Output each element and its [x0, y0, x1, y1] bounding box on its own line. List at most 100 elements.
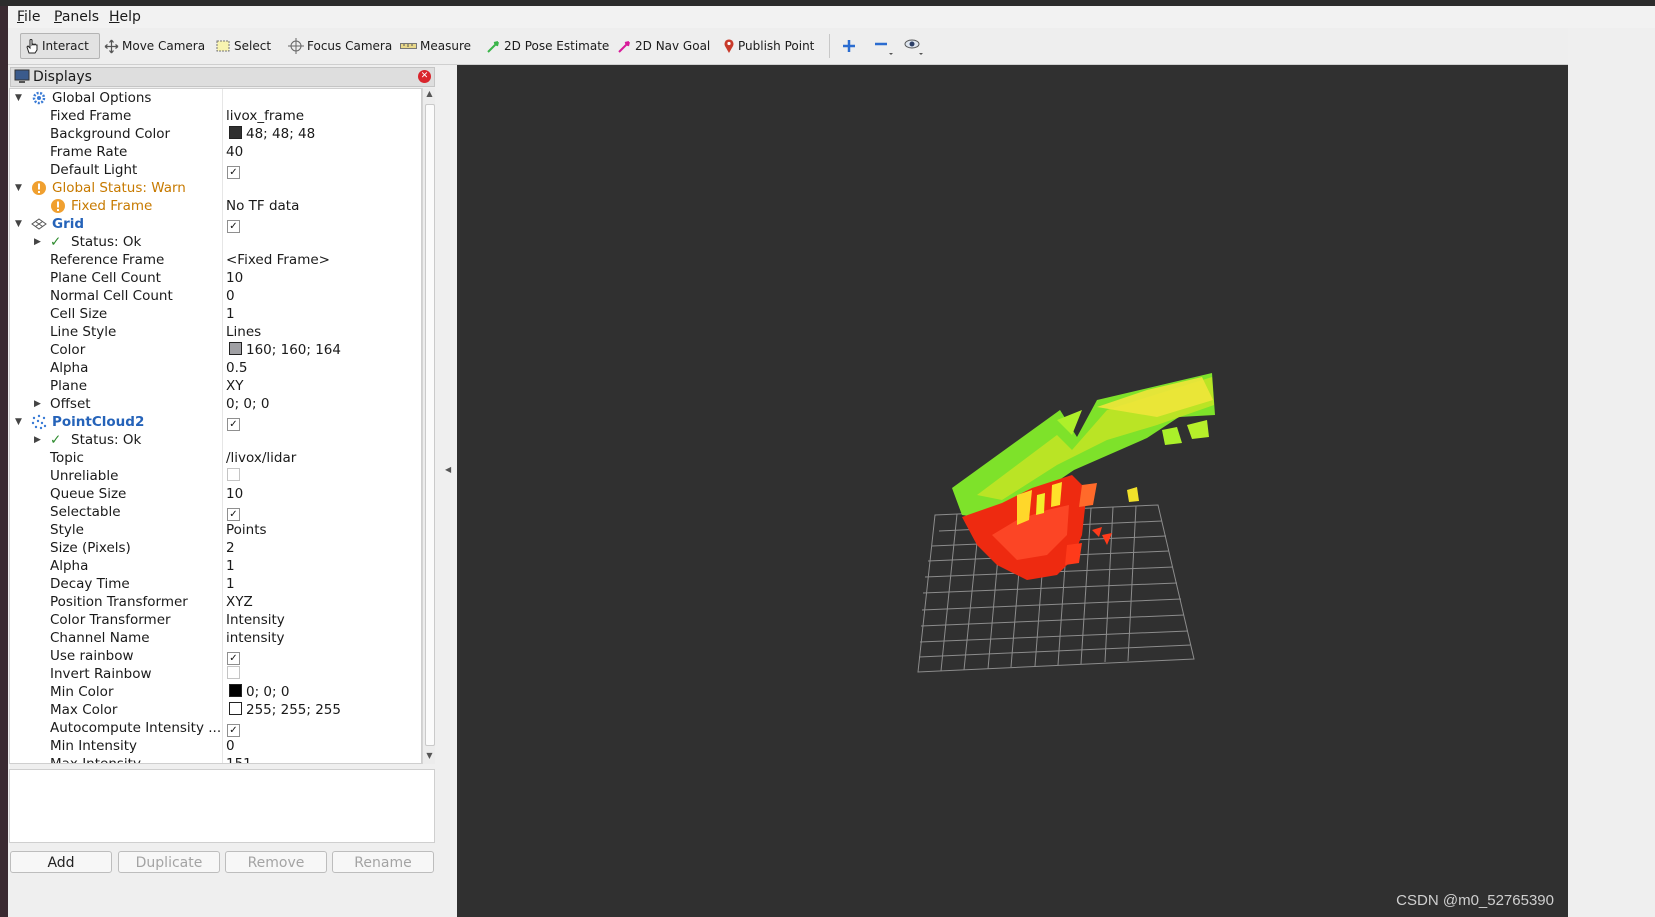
tree-row-topic[interactable]: Topic /livox/lidar: [10, 449, 421, 467]
tree-row-style[interactable]: Style Points: [10, 521, 421, 539]
pose-estimate-tool-button[interactable]: 2D Pose Estimate: [486, 33, 609, 59]
tree-row-max-intensity[interactable]: Max Intensity 151: [10, 755, 421, 763]
collapse-left-icon[interactable]: ◀: [445, 465, 451, 474]
property-value[interactable]: 0: [226, 737, 235, 755]
tree-row-frame-rate[interactable]: Frame Rate 40: [10, 143, 421, 161]
color-swatch[interactable]: [229, 702, 242, 715]
color-swatch[interactable]: [229, 684, 242, 697]
property-value[interactable]: 0: [226, 287, 235, 305]
interact-tool-button[interactable]: Interact: [20, 33, 100, 59]
color-swatch[interactable]: [229, 126, 242, 139]
property-value[interactable]: 151: [226, 755, 252, 763]
expand-arrow-icon[interactable]: ▼: [15, 179, 22, 197]
tree-row-grid-status[interactable]: ▶ ✓ Status: Ok: [10, 233, 421, 251]
property-value[interactable]: 0; 0; 0: [226, 395, 269, 413]
close-icon[interactable]: ✕: [418, 70, 431, 83]
checkbox[interactable]: [227, 666, 240, 679]
tree-row-position-transformer[interactable]: Position Transformer XYZ: [10, 593, 421, 611]
tree-row-normal-cell-count[interactable]: Normal Cell Count 0: [10, 287, 421, 305]
tree-row-cell-size[interactable]: Cell Size 1: [10, 305, 421, 323]
panel-splitter[interactable]: ◀: [437, 65, 457, 917]
property-value[interactable]: 10: [226, 269, 243, 287]
tree-scrollbar[interactable]: ▲ ▼: [422, 88, 435, 764]
collapse-arrow-icon[interactable]: ▶: [34, 233, 41, 251]
property-value[interactable]: 255; 255; 255: [226, 701, 341, 719]
view-options-button[interactable]: [904, 33, 929, 59]
tree-row-use-rainbow[interactable]: Use rainbow ✓: [10, 647, 421, 665]
tree-row-autocompute-intensity[interactable]: Autocompute Intensity ... ✓: [10, 719, 421, 737]
collapse-arrow-icon[interactable]: ▶: [34, 431, 41, 449]
tree-row-pointcloud2[interactable]: ▼ PointCloud2 ✓: [10, 413, 421, 431]
tree-row-pc-alpha[interactable]: Alpha 1: [10, 557, 421, 575]
checkbox[interactable]: ✓: [227, 166, 240, 179]
property-value[interactable]: 10: [226, 485, 243, 503]
property-value[interactable]: 1: [226, 557, 235, 575]
tree-row-background-color[interactable]: Background Color 48; 48; 48: [10, 125, 421, 143]
property-value[interactable]: 0.5: [226, 359, 247, 377]
property-value[interactable]: Intensity: [226, 611, 285, 629]
select-tool-button[interactable]: Select: [216, 33, 271, 59]
tree-row-reference-frame[interactable]: Reference Frame <Fixed Frame>: [10, 251, 421, 269]
tree-row-unreliable[interactable]: Unreliable: [10, 467, 421, 485]
property-value[interactable]: 2: [226, 539, 235, 557]
duplicate-button[interactable]: Duplicate: [118, 851, 220, 873]
property-value[interactable]: XY: [226, 377, 244, 395]
property-value[interactable]: <Fixed Frame>: [226, 251, 330, 269]
measure-tool-button[interactable]: Measure: [400, 33, 471, 59]
property-value[interactable]: 160; 160; 164: [226, 341, 341, 359]
add-tool-button[interactable]: [842, 33, 859, 59]
tree-row-min-color[interactable]: Min Color 0; 0; 0: [10, 683, 421, 701]
remove-button[interactable]: Remove: [225, 851, 327, 873]
tree-row-min-intensity[interactable]: Min Intensity 0: [10, 737, 421, 755]
remove-tool-button[interactable]: [874, 33, 897, 59]
publish-point-tool-button[interactable]: Publish Point: [723, 33, 814, 59]
tree-row-line-style[interactable]: Line Style Lines: [10, 323, 421, 341]
rename-button[interactable]: Rename: [332, 851, 434, 873]
property-value[interactable]: 1: [226, 305, 235, 323]
tree-row-offset[interactable]: ▶ Offset 0; 0; 0: [10, 395, 421, 413]
expand-arrow-icon[interactable]: ▼: [15, 215, 22, 233]
property-value[interactable]: 1: [226, 575, 235, 593]
tree-row-color-transformer[interactable]: Color Transformer Intensity: [10, 611, 421, 629]
property-value[interactable]: XYZ: [226, 593, 253, 611]
scene-canvas[interactable]: [457, 65, 1568, 917]
menu-file[interactable]: File: [17, 9, 40, 25]
tree-row-fixed-frame[interactable]: Fixed Frame livox_frame: [10, 107, 421, 125]
tree-row-size-pixels[interactable]: Size (Pixels) 2: [10, 539, 421, 557]
focus-camera-tool-button[interactable]: Focus Camera: [288, 33, 392, 59]
property-value[interactable]: livox_frame: [226, 107, 304, 125]
tree-row-default-light[interactable]: Default Light ✓: [10, 161, 421, 179]
property-value[interactable]: Lines: [226, 323, 261, 341]
checkbox[interactable]: ✓: [227, 508, 240, 521]
property-value[interactable]: 0; 0; 0: [226, 683, 289, 701]
tree-row-selectable[interactable]: Selectable ✓: [10, 503, 421, 521]
tree-row-status-fixed-frame[interactable]: Fixed Frame No TF data: [10, 197, 421, 215]
menu-help[interactable]: Help: [109, 9, 141, 25]
property-value[interactable]: /livox/lidar: [226, 449, 296, 467]
tree-row-decay-time[interactable]: Decay Time 1: [10, 575, 421, 593]
scroll-up-arrow-icon[interactable]: ▲: [424, 89, 435, 101]
tree-row-plane-cell-count[interactable]: Plane Cell Count 10: [10, 269, 421, 287]
menu-panels[interactable]: Panels: [54, 9, 99, 25]
move-camera-tool-button[interactable]: Move Camera: [104, 33, 205, 59]
scrollbar-thumb[interactable]: [425, 104, 435, 746]
3d-viewport[interactable]: CSDN @m0_52765390: [457, 65, 1568, 917]
scroll-down-arrow-icon[interactable]: ▼: [424, 751, 435, 763]
property-value[interactable]: Points: [226, 521, 267, 539]
expand-arrow-icon[interactable]: ▼: [15, 89, 22, 107]
checkbox[interactable]: ✓: [227, 724, 240, 737]
displays-tree[interactable]: ▼ Global Options Fixed Frame livox_frame…: [9, 88, 422, 764]
nav-goal-tool-button[interactable]: 2D Nav Goal: [617, 33, 710, 59]
checkbox[interactable]: ✓: [227, 220, 240, 233]
tree-row-grid-color[interactable]: Color 160; 160; 164: [10, 341, 421, 359]
checkbox[interactable]: ✓: [227, 418, 240, 431]
color-swatch[interactable]: [229, 342, 242, 355]
property-value[interactable]: 48; 48; 48: [226, 125, 315, 143]
tree-row-channel-name[interactable]: Channel Name intensity: [10, 629, 421, 647]
checkbox[interactable]: ✓: [227, 652, 240, 665]
property-value[interactable]: 40: [226, 143, 243, 161]
tree-row-global-options[interactable]: ▼ Global Options: [10, 89, 421, 107]
tree-row-pointcloud-status[interactable]: ▶ ✓ Status: Ok: [10, 431, 421, 449]
collapse-arrow-icon[interactable]: ▶: [34, 395, 41, 413]
tree-row-global-status[interactable]: ▼ Global Status: Warn: [10, 179, 421, 197]
